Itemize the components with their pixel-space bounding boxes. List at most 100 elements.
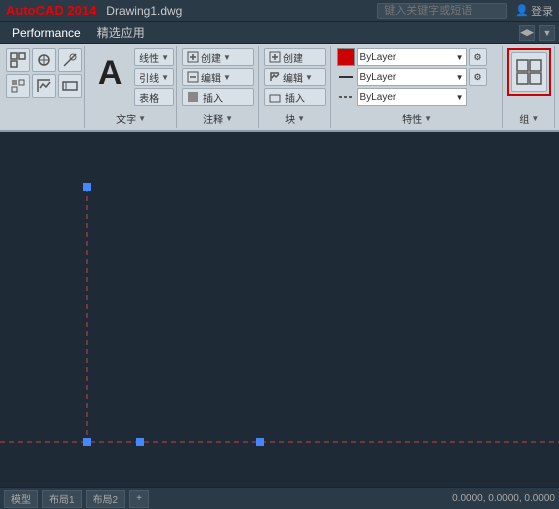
layer-select-2[interactable]: ByLayer ▼: [357, 68, 467, 86]
coord-display: 0.0000, 0.0000, 0.0000: [452, 493, 555, 504]
insert-group: 创建 ▼ 编辑 ▼ 插入 注释 ▼: [179, 46, 259, 128]
menu-performance[interactable]: Performance: [4, 24, 89, 42]
create-arrow: ▼: [223, 53, 231, 62]
title-bar: AutoCAD 2014 Drawing1.dwg 👤 登录: [0, 0, 559, 22]
bcreate-label: 创建: [283, 50, 303, 65]
properties-group-label: 特性 ▼: [337, 111, 498, 126]
quick-tools-row3: [58, 48, 82, 72]
binsert-label: 插入: [285, 90, 305, 105]
layer-select-1[interactable]: ByLayer ▼: [357, 48, 467, 66]
insert-group-content: 创建 ▼ 编辑 ▼ 插入: [182, 48, 254, 109]
bedit-label: 编辑: [283, 70, 303, 85]
properties-content: ByLayer ▼ ⚙ ByLayer ▼ ⚙: [337, 48, 498, 109]
insert-label-arrow[interactable]: ▼: [225, 114, 233, 123]
groups-btn[interactable]: [511, 52, 547, 92]
block-edit-btn[interactable]: 编辑 ▼: [264, 68, 326, 86]
edit-arrow: ▼: [223, 73, 231, 82]
tool-btn-1[interactable]: [6, 48, 30, 72]
color-swatch[interactable]: [337, 48, 355, 66]
leader-label: 引线: [139, 70, 159, 85]
menu-bar-right: ◀▶ ▼: [519, 25, 555, 41]
tool-btn-3[interactable]: [6, 74, 30, 98]
properties-label-text: 特性: [402, 111, 422, 126]
block-group-content: 创建 编辑 ▼ 插入: [264, 48, 326, 109]
block-group: 创建 编辑 ▼ 插入 块 ▼: [261, 46, 331, 128]
prop-row-1: ByLayer ▼ ⚙: [337, 48, 487, 66]
layer-2-arrow: ▼: [456, 73, 464, 82]
app-logo: AutoCAD 2014: [6, 3, 96, 18]
statusbar-right: 0.0000, 0.0000, 0.0000: [452, 493, 555, 504]
layer-3-arrow: ▼: [456, 93, 464, 102]
insert-label-text: 注释: [203, 111, 223, 126]
edit-label: 编辑: [201, 70, 221, 85]
groups-label-arrow[interactable]: ▼: [531, 114, 539, 123]
add-layout-btn[interactable]: +: [129, 490, 149, 508]
text-leader-btn[interactable]: 引线 ▼: [134, 68, 174, 86]
layer-extra-btn[interactable]: ⚙: [469, 48, 487, 66]
quick-tools-col1: [6, 48, 56, 98]
menu-icon-2[interactable]: ▼: [539, 25, 555, 41]
text-group-content: A 线性 ▼ 引线 ▼ 表格: [88, 48, 174, 109]
table-label: 表格: [139, 90, 159, 105]
drawing-svg: [0, 132, 559, 487]
insert-create-btn[interactable]: 创建 ▼: [182, 48, 254, 66]
prop-row-2: ByLayer ▼ ⚙: [337, 68, 487, 86]
layout2-tab[interactable]: 布局2: [86, 490, 126, 508]
drawing-canvas-area[interactable]: [0, 132, 559, 487]
model-tab[interactable]: 模型: [4, 490, 38, 508]
insert-edit-btn[interactable]: 编辑 ▼: [182, 68, 254, 86]
insert-col: 创建 ▼ 编辑 ▼ 插入: [182, 48, 254, 106]
filename: Drawing1.dwg: [106, 4, 182, 18]
tool-btn-5[interactable]: [58, 48, 82, 72]
user-icon[interactable]: 👤: [515, 4, 529, 17]
quick-tools-row4: [58, 74, 82, 98]
leader-arrow: ▼: [161, 73, 169, 82]
line-icon: [337, 68, 355, 86]
login-label[interactable]: 登录: [531, 3, 553, 19]
tool-btn-4[interactable]: [32, 74, 56, 98]
menu-icon-1[interactable]: ◀▶: [519, 25, 535, 41]
layer-3-label: ByLayer: [360, 92, 397, 103]
prop-row-3: ByLayer ▼: [337, 88, 467, 106]
text-table-btn[interactable]: 表格: [134, 88, 174, 106]
text-sub-col: 线性 ▼ 引线 ▼ 表格: [134, 48, 174, 106]
menu-bar: Performance 精选应用 ◀▶ ▼: [0, 22, 559, 44]
layer-1-label: ByLayer: [360, 52, 397, 63]
text-group: A 线性 ▼ 引线 ▼ 表格 文字 ▼: [87, 46, 177, 128]
text-label-arrow[interactable]: ▼: [138, 114, 146, 123]
menu-featured-apps[interactable]: 精选应用: [89, 22, 153, 43]
handle-bottom-mid: [136, 438, 144, 446]
layout1-tab[interactable]: 布局1: [42, 490, 82, 508]
ribbon: A 线性 ▼ 引线 ▼ 表格 文字 ▼: [0, 44, 559, 132]
linear-label: 线性: [139, 50, 159, 65]
block-col: 创建 编辑 ▼ 插入: [264, 48, 326, 106]
handle-bottom-right: [256, 438, 264, 446]
block-insert-btn[interactable]: 插入: [264, 88, 326, 106]
quick-tools-col2: [58, 48, 82, 98]
layer-2-label: ByLayer: [360, 72, 397, 83]
text-linear-btn[interactable]: 线性 ▼: [134, 48, 174, 66]
layer-1-arrow: ▼: [456, 53, 464, 62]
text-label-text: 文字: [116, 111, 136, 126]
block-create-btn[interactable]: 创建: [264, 48, 326, 66]
quick-tools-group: [4, 46, 85, 128]
tool-btn-6[interactable]: [58, 74, 82, 98]
groups-label-text: 组: [519, 111, 529, 126]
layer-extra-btn-2[interactable]: ⚙: [469, 68, 487, 86]
search-input[interactable]: [377, 3, 507, 19]
bottom-bar: 模型 布局1 布局2 + 0.0000, 0.0000, 0.0000: [0, 487, 559, 509]
quick-tools-row1: [6, 48, 56, 72]
groups-content: [507, 48, 551, 109]
block-label-arrow[interactable]: ▼: [297, 114, 305, 123]
tool-btn-2[interactable]: [32, 48, 56, 72]
highlight-box: [507, 48, 551, 96]
layer-select-3[interactable]: ByLayer ▼: [357, 88, 467, 106]
properties-label-arrow[interactable]: ▼: [424, 114, 432, 123]
ribbon-content: A 线性 ▼ 引线 ▼ 表格 文字 ▼: [0, 44, 559, 130]
text-big-icon[interactable]: A: [88, 48, 132, 98]
handle-top: [83, 183, 91, 191]
block-label-text: 块: [285, 111, 295, 126]
block-group-label: 块 ▼: [265, 111, 326, 126]
create-label: 创建: [201, 50, 221, 65]
insert-insert-btn[interactable]: 插入: [182, 88, 254, 106]
